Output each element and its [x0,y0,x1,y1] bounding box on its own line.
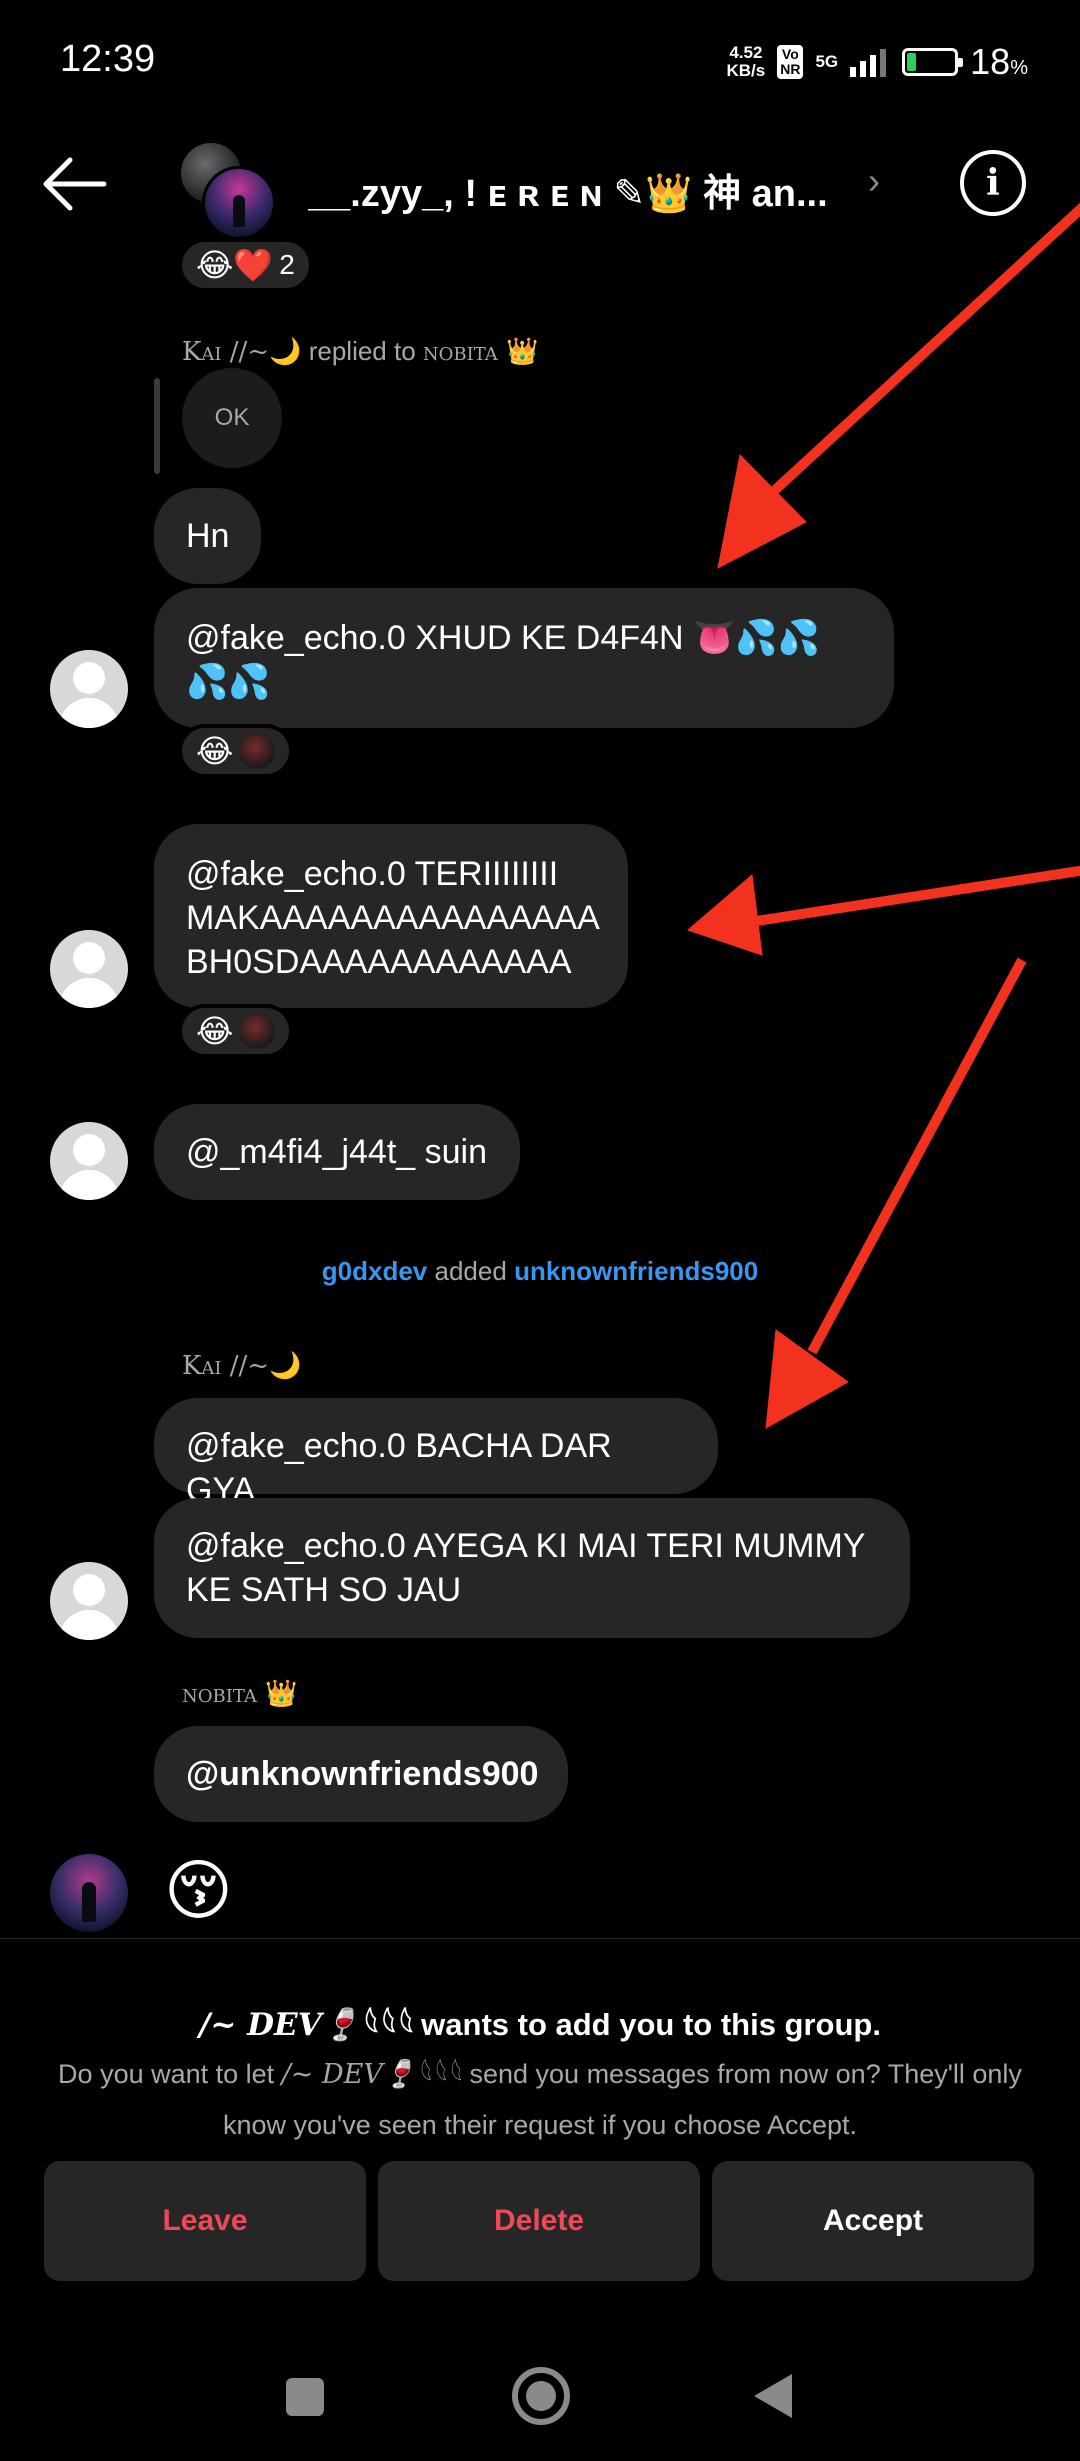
annotation-arrow-head [765,1329,849,1429]
status-indicators: 4.52 KB/s Vo NR 5G 18% [727,40,1029,84]
accept-button[interactable]: Accept [712,2161,1034,2281]
status-time: 12:39 [60,38,156,80]
sender-name: nobita 👑 [182,1679,298,1709]
request-body-prefix: Do you want to let [58,2059,282,2089]
request-title-suffix: wants to add you to this group. [412,2007,881,2042]
message-bubble[interactable]: @_m4fi4_j44t_ suin [154,1104,520,1200]
message-bubble[interactable]: @fake_echo.0 BACHA DAR GYA [154,1398,718,1509]
reaction-count: 2 [279,249,295,280]
chat-header: __.zyy_, ! ᴇ ʀ ᴇ ɴ ✎👑 神 an... › i [0,130,1080,240]
home-button[interactable] [512,2367,570,2425]
system-verb: added [434,1256,507,1286]
group-avatar[interactable] [178,140,276,240]
system-message: g0dxdev added unknownfriends900 [0,1256,1080,1287]
battery-icon [902,48,964,76]
sender-label: Kai //~🌙 [182,1350,301,1381]
chevron-right-icon[interactable]: › [868,160,880,202]
message-bubble[interactable]: @fake_echo.0 AYEGA KI MAI TERI MUMMY KE … [154,1498,910,1638]
battery-percent: 18% [970,41,1028,82]
reaction-emojis: 😂❤️ [196,247,274,283]
reply-label: replied to [308,336,416,366]
back-button[interactable] [40,154,110,214]
signal-strength-icon [850,49,887,77]
reactor-avatar [239,733,276,769]
volte-top: Vo [781,46,799,62]
sender-name: Kai //~🌙 [182,1351,302,1381]
network-speed-unit: KB/s [726,61,766,80]
request-title: /~ DEV🍷𓆩𓆩𓆩 wants to add you to this grou… [0,1995,1080,2046]
reaction-pill[interactable]: 😂 [178,1004,294,1058]
reply-target: nobita 👑 [422,337,539,367]
avatar[interactable] [50,1562,128,1640]
avatar[interactable] [50,650,128,728]
reply-quote-bar [154,378,160,474]
group-avatar-front [202,166,276,240]
avatar[interactable] [50,1122,128,1200]
back-arrow-icon [43,157,107,211]
avatar[interactable] [50,930,128,1008]
message-bubble[interactable]: @unknownfriends900 [154,1726,568,1822]
reaction-pill[interactable]: 😂 [178,724,294,778]
reaction-pill[interactable]: 😂❤️ 2 [178,238,313,292]
message-bubble[interactable]: Hn [154,488,262,584]
annotation-arrow [807,957,1027,1355]
leave-button[interactable]: Leave [44,2161,366,2281]
annotation-arrow-head [717,453,807,569]
system-actor-link[interactable]: g0dxdev [322,1256,428,1286]
sender-name: Kai //~🌙 [182,337,302,367]
group-title[interactable]: __.zyy_, ! ᴇ ʀ ᴇ ɴ ✎👑 神 an... [308,162,848,217]
reaction-emoji: 😂 [196,1013,234,1049]
message-bubble[interactable]: @fake_echo.0 TERIIIIIIII MAKAAAAAAAAAAAA… [154,824,628,1008]
requester-name-inline: /~ DEV🍷𓆩𓆩𓆩 [281,2059,462,2090]
info-icon: i [986,162,1000,204]
system-object-link[interactable]: unknownfriends900 [514,1256,758,1286]
info-button[interactable]: i [960,150,1026,216]
message-bubble[interactable]: @fake_echo.0 XHUD KE D4F4N 👅💦💦💦💦 [154,588,894,728]
requester-name: /~ DEV🍷𓆩𓆩𓆩 [199,2007,413,2043]
emoji-message[interactable]: 😚 [164,1852,233,1929]
network-speed-value: 4.52 [729,43,763,62]
status-bar: 12:39 4.52 KB/s Vo NR 5G 18% [0,0,1080,130]
quoted-message[interactable]: OK [182,368,282,468]
avatar[interactable] [50,1854,128,1932]
annotation-arrow [749,865,1080,927]
reply-header: Kai //~🌙 replied to nobita 👑 [182,336,538,367]
request-description: Do you want to let /~ DEV🍷𓆩𓆩𓆩 send you m… [50,2049,1030,2150]
network-speed: 4.52 KB/s [727,44,766,80]
reactor-avatar [239,1013,276,1049]
sender-label: nobita 👑 [182,1678,298,1709]
volte-bottom: NR [780,61,801,77]
network-type: 5G [815,52,839,71]
volte-icon: Vo NR [777,45,804,79]
system-back-button[interactable] [754,2374,792,2418]
recent-apps-button[interactable] [286,2378,324,2416]
annotation-arrow [771,202,1080,494]
annotation-arrow-head [687,874,763,956]
delete-button[interactable]: Delete [378,2161,700,2281]
reaction-emoji: 😂 [196,733,234,769]
